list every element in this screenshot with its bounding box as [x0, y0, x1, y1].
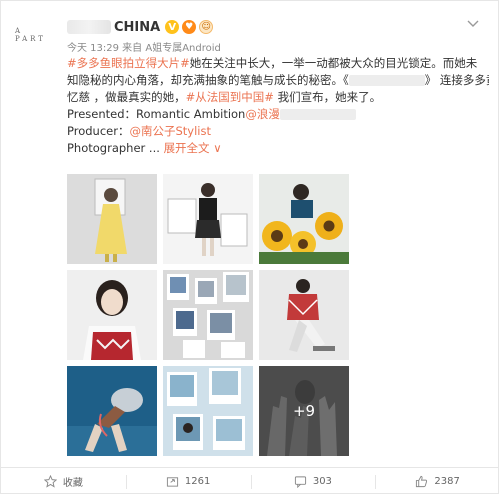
like-button[interactable]: 2387 — [375, 468, 499, 494]
comment-icon — [294, 476, 306, 488]
star-icon — [43, 475, 57, 488]
emoji-badge-icon[interactable]: ☺ — [199, 20, 214, 34]
post-meta: 今天 13:29 来自 A姐专属Android — [67, 43, 221, 54]
thumbs-up-icon — [416, 475, 428, 488]
photo-thumbnail[interactable]: +9 — [259, 366, 349, 456]
photo-thumbnail[interactable] — [67, 174, 157, 264]
photo-thumbnail[interactable] — [67, 270, 157, 360]
vip-badge-icon[interactable]: ♥ — [182, 20, 197, 34]
text-line-1: #多多鱼眼拍立得大片#她在关注中长大，一举一动都被大众的目光锁定。而她未 — [67, 55, 489, 72]
like-count: 2387 — [434, 476, 460, 487]
photo-thumbnail[interactable] — [259, 174, 349, 264]
text-segment: Presented：Romantic Ambition — [67, 107, 246, 121]
weibo-post-card: A PART CHINA V ♥ ☺ 今天 13:29 来自 A姐专属Andro… — [0, 0, 499, 494]
photo-thumbnail[interactable] — [67, 366, 157, 456]
action-bar: 收藏 1261 303 2387 — [1, 467, 499, 494]
text-line-6: Photographer ... 展开全文 ∨ — [67, 140, 489, 157]
photo-thumbnail[interactable] — [163, 270, 253, 360]
hashtag-link[interactable]: #从法国到中国# — [186, 90, 274, 104]
text-segment: Photographer ... — [67, 141, 164, 155]
text-segment: 我们宣布，她来了。 — [273, 90, 382, 104]
forward-icon — [166, 477, 178, 487]
favorite-button[interactable]: 收藏 — [1, 468, 126, 494]
hashtag-link[interactable]: #多多鱼眼拍立得大片# — [67, 56, 190, 70]
photo-grid: +9 — [67, 174, 349, 456]
author-name-blurred[interactable] — [67, 20, 111, 34]
redacted-text — [279, 109, 356, 120]
comment-count: 303 — [312, 476, 332, 487]
text-segment: 她在关注中长大，一举一动都被大众的目光锁定。而她未 — [189, 56, 478, 70]
photo-thumbnail[interactable] — [163, 366, 253, 456]
post-text: #多多鱼眼拍立得大片#她在关注中长大，一举一动都被大众的目光锁定。而她未 知隐秘… — [67, 55, 489, 157]
photo-thumbnail[interactable] — [163, 174, 253, 264]
expand-full-text-link[interactable]: 展开全文 ∨ — [164, 141, 222, 155]
more-photos-count[interactable]: +9 — [259, 366, 349, 456]
text-segment: 》 连接多多黄 — [424, 73, 489, 87]
text-segment: Producer： — [67, 124, 130, 138]
favorite-label: 收藏 — [62, 478, 83, 489]
text-line-3: 忆慈 ，做最真实的她，#从法国到中国# 我们宣布，她来了。 — [67, 89, 489, 106]
forward-button[interactable]: 1261 — [125, 468, 251, 494]
avatar[interactable]: A PART — [15, 17, 55, 53]
text-segment: 忆慈 ，做最真实的她， — [67, 90, 186, 104]
avatar-brand-text: A PART — [15, 27, 46, 43]
verified-icon: V — [165, 20, 180, 34]
author-name[interactable]: CHINA — [114, 20, 160, 35]
forward-count: 1261 — [184, 476, 211, 487]
text-line-2: 知隐秘的内心角落，却充满抽象的笔触与成长的秘密。《 》 连接多多黄 — [67, 72, 489, 89]
author-row: CHINA V ♥ ☺ — [67, 18, 214, 36]
mention-link[interactable]: @浪漫 — [245, 107, 280, 121]
text-segment: 知隐秘的内心角落，却充满抽象的笔触与成长的秘密。《 — [67, 73, 349, 87]
redacted-text — [348, 75, 425, 86]
text-line-5: Producer：@南公子Stylist — [67, 123, 489, 140]
chevron-down-icon[interactable] — [466, 17, 480, 31]
text-line-4: Presented：Romantic Ambition@浪漫 — [67, 106, 489, 123]
photo-thumbnail[interactable] — [259, 270, 349, 360]
comment-button[interactable]: 303 — [250, 468, 376, 494]
mention-link[interactable]: @南公子Stylist — [129, 124, 211, 138]
